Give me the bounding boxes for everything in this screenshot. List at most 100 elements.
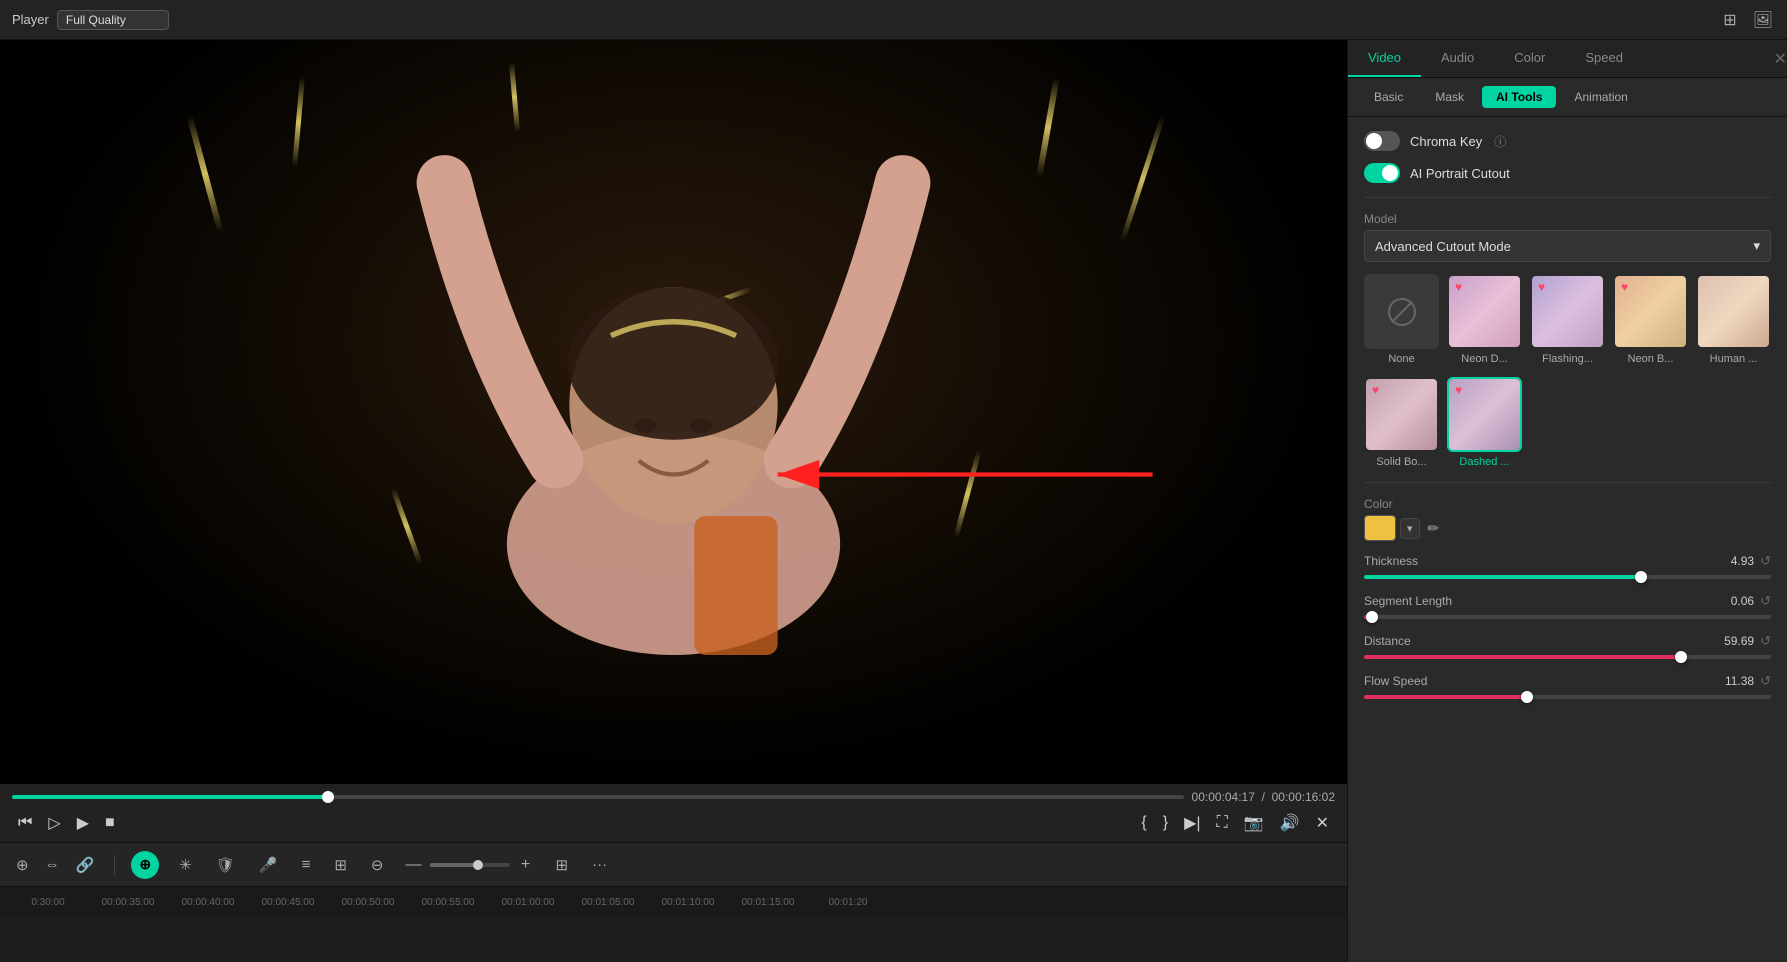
tab-color[interactable]: Color	[1494, 40, 1565, 77]
tl-add-button[interactable]: ⊕	[131, 851, 159, 879]
progress-bar[interactable]	[12, 795, 1184, 799]
ai-portrait-row: AI Portrait Cutout	[1364, 163, 1771, 183]
segment-length-header: Segment Length 0.06 ↺	[1364, 593, 1771, 609]
thumb-human-label: Human ...	[1710, 353, 1758, 365]
in-mark-button[interactable]: {	[1135, 811, 1152, 835]
thumb-neon-b[interactable]: ♥ Neon B...	[1613, 274, 1688, 365]
thumb-solid-bo-img: ♥	[1364, 377, 1439, 452]
fullscreen-button[interactable]: ⛶	[1211, 811, 1234, 835]
panel-sub-tabs: Basic Mask AI Tools Animation	[1348, 78, 1787, 117]
tl-trim-tool[interactable]: ⇔	[41, 852, 64, 877]
clip-options-button[interactable]: ▶|	[1178, 810, 1206, 836]
ruler-tick-1: 00:00:35:00	[88, 897, 168, 908]
segment-length-track[interactable]	[1364, 615, 1771, 619]
thumb-solid-bo[interactable]: ♥ Solid Bo...	[1364, 377, 1439, 468]
image-view-icon[interactable]: 🖼	[1751, 8, 1775, 32]
distance-fill	[1364, 655, 1681, 659]
snapshot-button[interactable]: 📷	[1238, 810, 1270, 836]
timeline-toolbar: ⊕ ⇔ 🔗 ⊕ ✳ 🛡 🎤 ≡ ⊞ ⊖ —	[0, 843, 1347, 887]
step-back-button[interactable]: ⏮	[12, 811, 38, 835]
tl-select-tool[interactable]: ⊕	[12, 852, 33, 878]
flow-speed-value: 11.38	[1725, 674, 1754, 688]
settings-button[interactable]: ✕	[1310, 810, 1335, 836]
ruler-tick-3: 00:00:45:00	[248, 897, 328, 908]
play-backward-button[interactable]: ▷	[42, 810, 66, 836]
thickness-header: Thickness 4.93 ↺	[1364, 553, 1771, 569]
thumb-solid-bo-label: Solid Bo...	[1376, 456, 1426, 468]
flow-speed-knob[interactable]	[1521, 691, 1533, 703]
subtab-aitools[interactable]: AI Tools	[1482, 86, 1556, 108]
thumb-dashed[interactable]: ♥ Dashed ...	[1447, 377, 1522, 468]
eyedropper-button[interactable]: ✏	[1428, 520, 1440, 537]
thickness-reset-button[interactable]: ↺	[1760, 553, 1771, 569]
video-frame	[0, 40, 1347, 784]
ruler-tick-4: 00:00:50:00	[328, 897, 408, 908]
ai-portrait-toggle[interactable]	[1364, 163, 1400, 183]
out-mark-button[interactable]: }	[1157, 811, 1174, 835]
thumb-none-label: None	[1388, 353, 1414, 365]
zoom-minus[interactable]: —	[404, 855, 424, 875]
thumb-neon-d[interactable]: ♥ Neon D...	[1447, 274, 1522, 365]
color-swatch[interactable]	[1364, 515, 1396, 541]
flow-speed-reset-button[interactable]: ↺	[1760, 673, 1771, 689]
thumb-flashing[interactable]: ♥ Flashing...	[1530, 274, 1605, 365]
thumb-none-img	[1364, 274, 1439, 349]
slider-section: Thickness 4.93 ↺ Segment Length	[1364, 553, 1771, 699]
tab-audio[interactable]: Audio	[1421, 40, 1494, 77]
zoom-handle[interactable]	[473, 860, 483, 870]
model-dropdown[interactable]: Advanced Cutout Mode ▾	[1364, 230, 1771, 262]
progress-handle[interactable]	[322, 791, 334, 803]
segment-length-knob[interactable]	[1366, 611, 1378, 623]
distance-reset-button[interactable]: ↺	[1760, 633, 1771, 649]
grid-view-icon[interactable]: ⊞	[1721, 8, 1738, 32]
tl-shield-tool[interactable]: 🛡	[212, 852, 239, 878]
tl-sun-tool[interactable]: ✳	[175, 852, 196, 878]
model-label: Model	[1364, 212, 1771, 226]
tl-mic-tool[interactable]: 🎤	[255, 852, 282, 878]
thumb-none[interactable]: None	[1364, 274, 1439, 365]
tl-more-btn[interactable]: ···	[588, 852, 611, 877]
play-button[interactable]: ▶	[71, 810, 95, 836]
color-dropdown-button[interactable]: ▾	[1400, 518, 1420, 539]
thumb-flashing-bg: ♥	[1532, 276, 1603, 347]
chroma-key-help-icon[interactable]: ⓘ	[1494, 133, 1506, 150]
distance-track[interactable]	[1364, 655, 1771, 659]
main-content: 00:00:04:17 / 00:00:16:02 ⏮ ▷ ▶ ■ { } ▶|…	[0, 40, 1787, 962]
segment-length-value: 0.06	[1731, 594, 1754, 608]
tab-speed[interactable]: Speed	[1565, 40, 1643, 77]
thickness-track[interactable]	[1364, 575, 1771, 579]
segment-length-reset-button[interactable]: ↺	[1760, 593, 1771, 609]
color-row: ▾ ✏	[1364, 515, 1771, 541]
chroma-key-toggle[interactable]	[1364, 131, 1400, 151]
tab-video[interactable]: Video	[1348, 40, 1421, 77]
tl-circle-tool[interactable]: ⊖	[367, 852, 388, 878]
thickness-knob[interactable]	[1635, 571, 1647, 583]
tl-grid-btn[interactable]: ⊞	[552, 852, 573, 878]
thumb-neon-d-heart-icon: ♥	[1455, 280, 1462, 294]
timeline-ruler: 0:30:00 00:00:35:00 00:00:40:00 00:00:45…	[0, 887, 1347, 917]
subtab-mask[interactable]: Mask	[1421, 86, 1478, 108]
panel-close-button[interactable]: ✕	[1774, 40, 1787, 77]
thumb-neon-b-bg: ♥	[1615, 276, 1686, 347]
tl-pip-tool[interactable]: ⊞	[330, 852, 351, 878]
divider-1	[1364, 197, 1771, 198]
audio-button[interactable]: 🔊	[1274, 810, 1306, 836]
subtab-animation[interactable]: Animation	[1560, 86, 1641, 108]
zoom-plus[interactable]: +	[516, 855, 536, 875]
quality-select[interactable]: Full Quality Half Quality Quarter Qualit…	[57, 10, 169, 30]
panel-main-tabs: Video Audio Color Speed ✕	[1348, 40, 1787, 78]
subtab-basic[interactable]: Basic	[1360, 86, 1417, 108]
distance-knob[interactable]	[1675, 651, 1687, 663]
stop-button[interactable]: ■	[99, 811, 121, 835]
thumb-dashed-heart-icon: ♥	[1455, 383, 1462, 397]
flow-speed-track[interactable]	[1364, 695, 1771, 699]
thumb-neon-b-label: Neon B...	[1628, 353, 1674, 365]
color-section: Color ▾ ✏	[1364, 497, 1771, 541]
tl-link-tool[interactable]: 🔗	[72, 852, 99, 878]
thumb-human[interactable]: Human ...	[1696, 274, 1771, 365]
ruler-tick-10: 00:01:20	[808, 897, 888, 908]
color-swatch-container: ▾	[1364, 515, 1420, 541]
tl-caption-tool[interactable]: ≡	[298, 852, 315, 877]
zoom-track[interactable]	[430, 863, 510, 867]
ai-portrait-label: AI Portrait Cutout	[1410, 166, 1510, 181]
